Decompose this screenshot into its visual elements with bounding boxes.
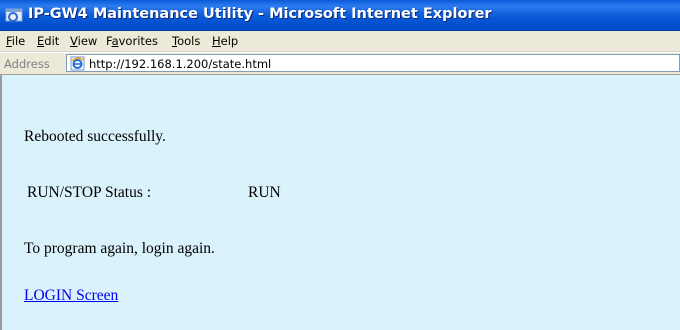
menu-bar: File Edit View Favorites Tools Help bbox=[0, 31, 680, 52]
address-url: http://192.168.1.200/state.html bbox=[89, 57, 272, 71]
login-screen-link[interactable]: LOGIN Screen bbox=[24, 287, 118, 305]
page-content: Rebooted successfully. RUN/STOP Status :… bbox=[0, 75, 680, 330]
window-title: IP-GW4 Maintenance Utility - Microsoft I… bbox=[28, 6, 492, 22]
ie-page-icon bbox=[70, 56, 85, 71]
reboot-message: Rebooted successfully. bbox=[24, 128, 166, 145]
window-title-bar[interactable]: IP-GW4 Maintenance Utility - Microsoft I… bbox=[0, 0, 680, 31]
menu-tools[interactable]: Tools bbox=[172, 34, 200, 48]
menu-file[interactable]: File bbox=[6, 34, 25, 48]
instruction-text: To program again, login again. bbox=[24, 240, 215, 257]
menu-view[interactable]: View bbox=[70, 34, 97, 48]
address-bar: Address http://192.168.1.200/state.html bbox=[0, 52, 680, 75]
menu-edit[interactable]: Edit bbox=[37, 34, 59, 48]
status-value: RUN bbox=[248, 184, 281, 201]
menu-help[interactable]: Help bbox=[212, 34, 238, 48]
ie-window-icon bbox=[5, 8, 23, 22]
menu-favorites[interactable]: Favorites bbox=[106, 34, 158, 48]
address-input[interactable]: http://192.168.1.200/state.html bbox=[66, 54, 680, 72]
status-label: RUN/STOP Status : bbox=[27, 184, 152, 201]
address-label: Address bbox=[4, 57, 50, 71]
